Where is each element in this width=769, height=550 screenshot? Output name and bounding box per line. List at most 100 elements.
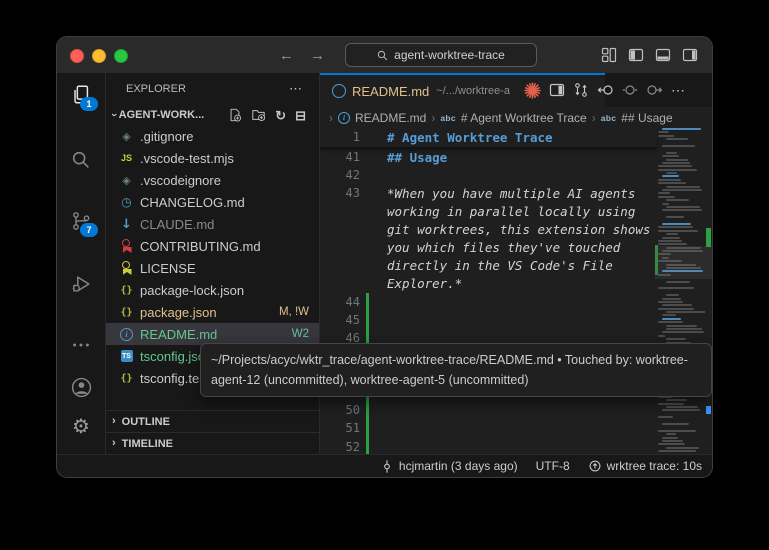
file-type-icon — [118, 370, 135, 386]
search-icon — [377, 50, 388, 60]
file-hover-tooltip: ~/Projects/acyc/wktr_trace/agent-worktre… — [200, 343, 712, 397]
git-commit-status-item[interactable]: hcjmartin (3 days ago) — [380, 459, 518, 474]
info-file-icon — [332, 84, 346, 98]
close-window-button[interactable] — [70, 49, 84, 63]
new-folder-icon[interactable] — [251, 108, 266, 122]
navigate-back-icon[interactable]: ← — [279, 47, 294, 64]
code-line: 51 — [320, 419, 657, 438]
file-name: README.md — [140, 326, 218, 342]
toggle-right-sidebar-icon[interactable] — [682, 47, 698, 63]
search-value: agent-worktree-trace — [394, 48, 505, 62]
overview-ruler[interactable] — [705, 128, 712, 454]
breadcrumb-item[interactable]: › ## Usage — [587, 111, 673, 125]
activity-bar: 1 7 ⚙ — [57, 73, 106, 454]
chevron-down-icon: › — [107, 113, 120, 117]
gutter-change-indicator — [366, 292, 369, 311]
code-line: 42 — [320, 166, 657, 184]
code-line: 45 — [320, 310, 657, 329]
source-control-badge: 7 — [80, 223, 98, 237]
file-type-icon — [118, 128, 135, 144]
status-bar: hcjmartin (3 days ago) UTF-8 wrktree tra… — [57, 454, 712, 477]
workspace-section-header[interactable]: › AGENT-WORK... ↻ ⊟ — [106, 105, 319, 125]
minimize-window-button[interactable] — [92, 49, 106, 63]
gutter-change-indicator — [366, 419, 369, 438]
worktree-nav-icon[interactable] — [622, 82, 638, 98]
file-row[interactable]: README.md W2 — [106, 323, 319, 345]
code-line: 41 ## Usage — [320, 148, 657, 166]
file-row[interactable]: LICENSE — [106, 257, 319, 279]
new-file-icon[interactable] — [228, 108, 242, 122]
file-row[interactable]: CLAUDE.md — [106, 213, 319, 235]
file-type-icon — [118, 348, 135, 364]
refresh-explorer-icon[interactable]: ↻ — [275, 109, 286, 122]
titlebar: ← → agent-worktree-trace — [57, 37, 712, 73]
line-number: 41 — [345, 150, 360, 165]
search-view-icon[interactable] — [69, 148, 93, 172]
sticky-line-text: # Agent Worktree Trace — [387, 129, 553, 145]
file-type-icon — [118, 282, 135, 298]
explorer-badge: 1 — [80, 97, 98, 111]
accounts-icon[interactable] — [69, 375, 93, 399]
explorer-icon[interactable]: 1 — [69, 83, 98, 111]
more-editor-actions-icon[interactable]: ⋯ — [671, 82, 686, 99]
encoding-status-item[interactable]: UTF-8 — [536, 459, 570, 473]
code-editor[interactable]: 1 # Agent Worktree Trace 41 ## Usage 42 … — [320, 128, 712, 454]
worktree-nav-right-icon[interactable] — [646, 82, 663, 98]
command-center-search[interactable]: agent-worktree-trace — [345, 43, 537, 67]
source-control-icon[interactable]: 7 — [69, 209, 98, 237]
breadcrumb-symbol-icon — [440, 113, 456, 123]
worktree-trace-status-item[interactable]: wrktree trace: 10s — [588, 459, 702, 473]
breadcrumb-item[interactable]: › README.md — [324, 111, 426, 125]
outline-section[interactable]: › OUTLINE — [106, 410, 319, 432]
open-preview-side-icon[interactable] — [549, 82, 565, 98]
toggle-bottom-panel-icon[interactable] — [655, 47, 671, 63]
worktree-nav-left-icon[interactable] — [597, 82, 614, 98]
minimap-slider[interactable] — [655, 246, 712, 279]
run-debug-icon[interactable] — [69, 272, 93, 296]
file-type-icon — [118, 172, 135, 188]
breadcrumb-item[interactable]: › # Agent Worktree Trace — [426, 111, 586, 125]
file-row[interactable]: .vscode-test.mjs — [106, 147, 319, 169]
chevron-right-icon: › — [112, 414, 116, 427]
code-line: you which files they've touched — [320, 238, 657, 256]
file-row[interactable]: .gitignore — [106, 125, 319, 147]
file-type-icon — [118, 326, 135, 342]
breadcrumb-label: ## Usage — [621, 110, 673, 125]
line-number: 44 — [345, 294, 360, 309]
zoom-window-button[interactable] — [114, 49, 128, 63]
line-number: 43 — [345, 186, 360, 201]
tab-description: ~/.../worktree-a — [436, 85, 510, 97]
collapse-folders-icon[interactable]: ⊟ — [295, 109, 306, 122]
vscode-window: ← → agent-worktree-trace 1 7 ⚙ EXPLORER … — [56, 36, 713, 478]
sticky-scroll-line[interactable]: 1 # Agent Worktree Trace — [320, 128, 657, 148]
file-name: CHANGELOG.md — [140, 194, 245, 210]
gutter-change-indicator — [366, 184, 369, 202]
line-number: 42 — [345, 168, 360, 183]
file-name: package-lock.json — [140, 282, 245, 298]
ruler-added-marker — [706, 228, 711, 247]
file-row[interactable]: CHANGELOG.md — [106, 191, 319, 213]
code-line: 44 — [320, 292, 657, 311]
minimap[interactable] — [655, 128, 705, 454]
file-row[interactable]: .vscodeignore — [106, 169, 319, 191]
toggle-left-sidebar-icon[interactable] — [628, 47, 644, 63]
file-row[interactable]: CONTRIBUTING.md — [106, 235, 319, 257]
breadcrumb-symbol-icon — [601, 113, 617, 123]
settings-gear-icon[interactable]: ⚙ — [69, 415, 93, 439]
explorer-more-actions[interactable]: ⋯ — [289, 81, 303, 97]
file-type-icon — [118, 216, 135, 232]
chevron-separator-icon: › — [329, 110, 333, 125]
more-views-icon[interactable] — [69, 333, 93, 357]
git-status-badge: M, !W — [278, 306, 309, 318]
outline-label: OUTLINE — [121, 415, 170, 428]
compare-changes-icon[interactable] — [573, 82, 589, 98]
gutter-change-indicator — [366, 166, 369, 184]
navigate-forward-icon[interactable]: → — [310, 47, 325, 64]
customize-layout-icon[interactable] — [601, 47, 617, 63]
code-line: 52 — [320, 437, 657, 454]
file-row[interactable]: package.json M, !W — [106, 301, 319, 323]
file-row[interactable]: package-lock.json — [106, 279, 319, 301]
extension-starburst-icon[interactable] — [524, 81, 541, 99]
file-type-icon — [118, 260, 135, 276]
timeline-section[interactable]: › TIMELINE — [106, 432, 319, 454]
